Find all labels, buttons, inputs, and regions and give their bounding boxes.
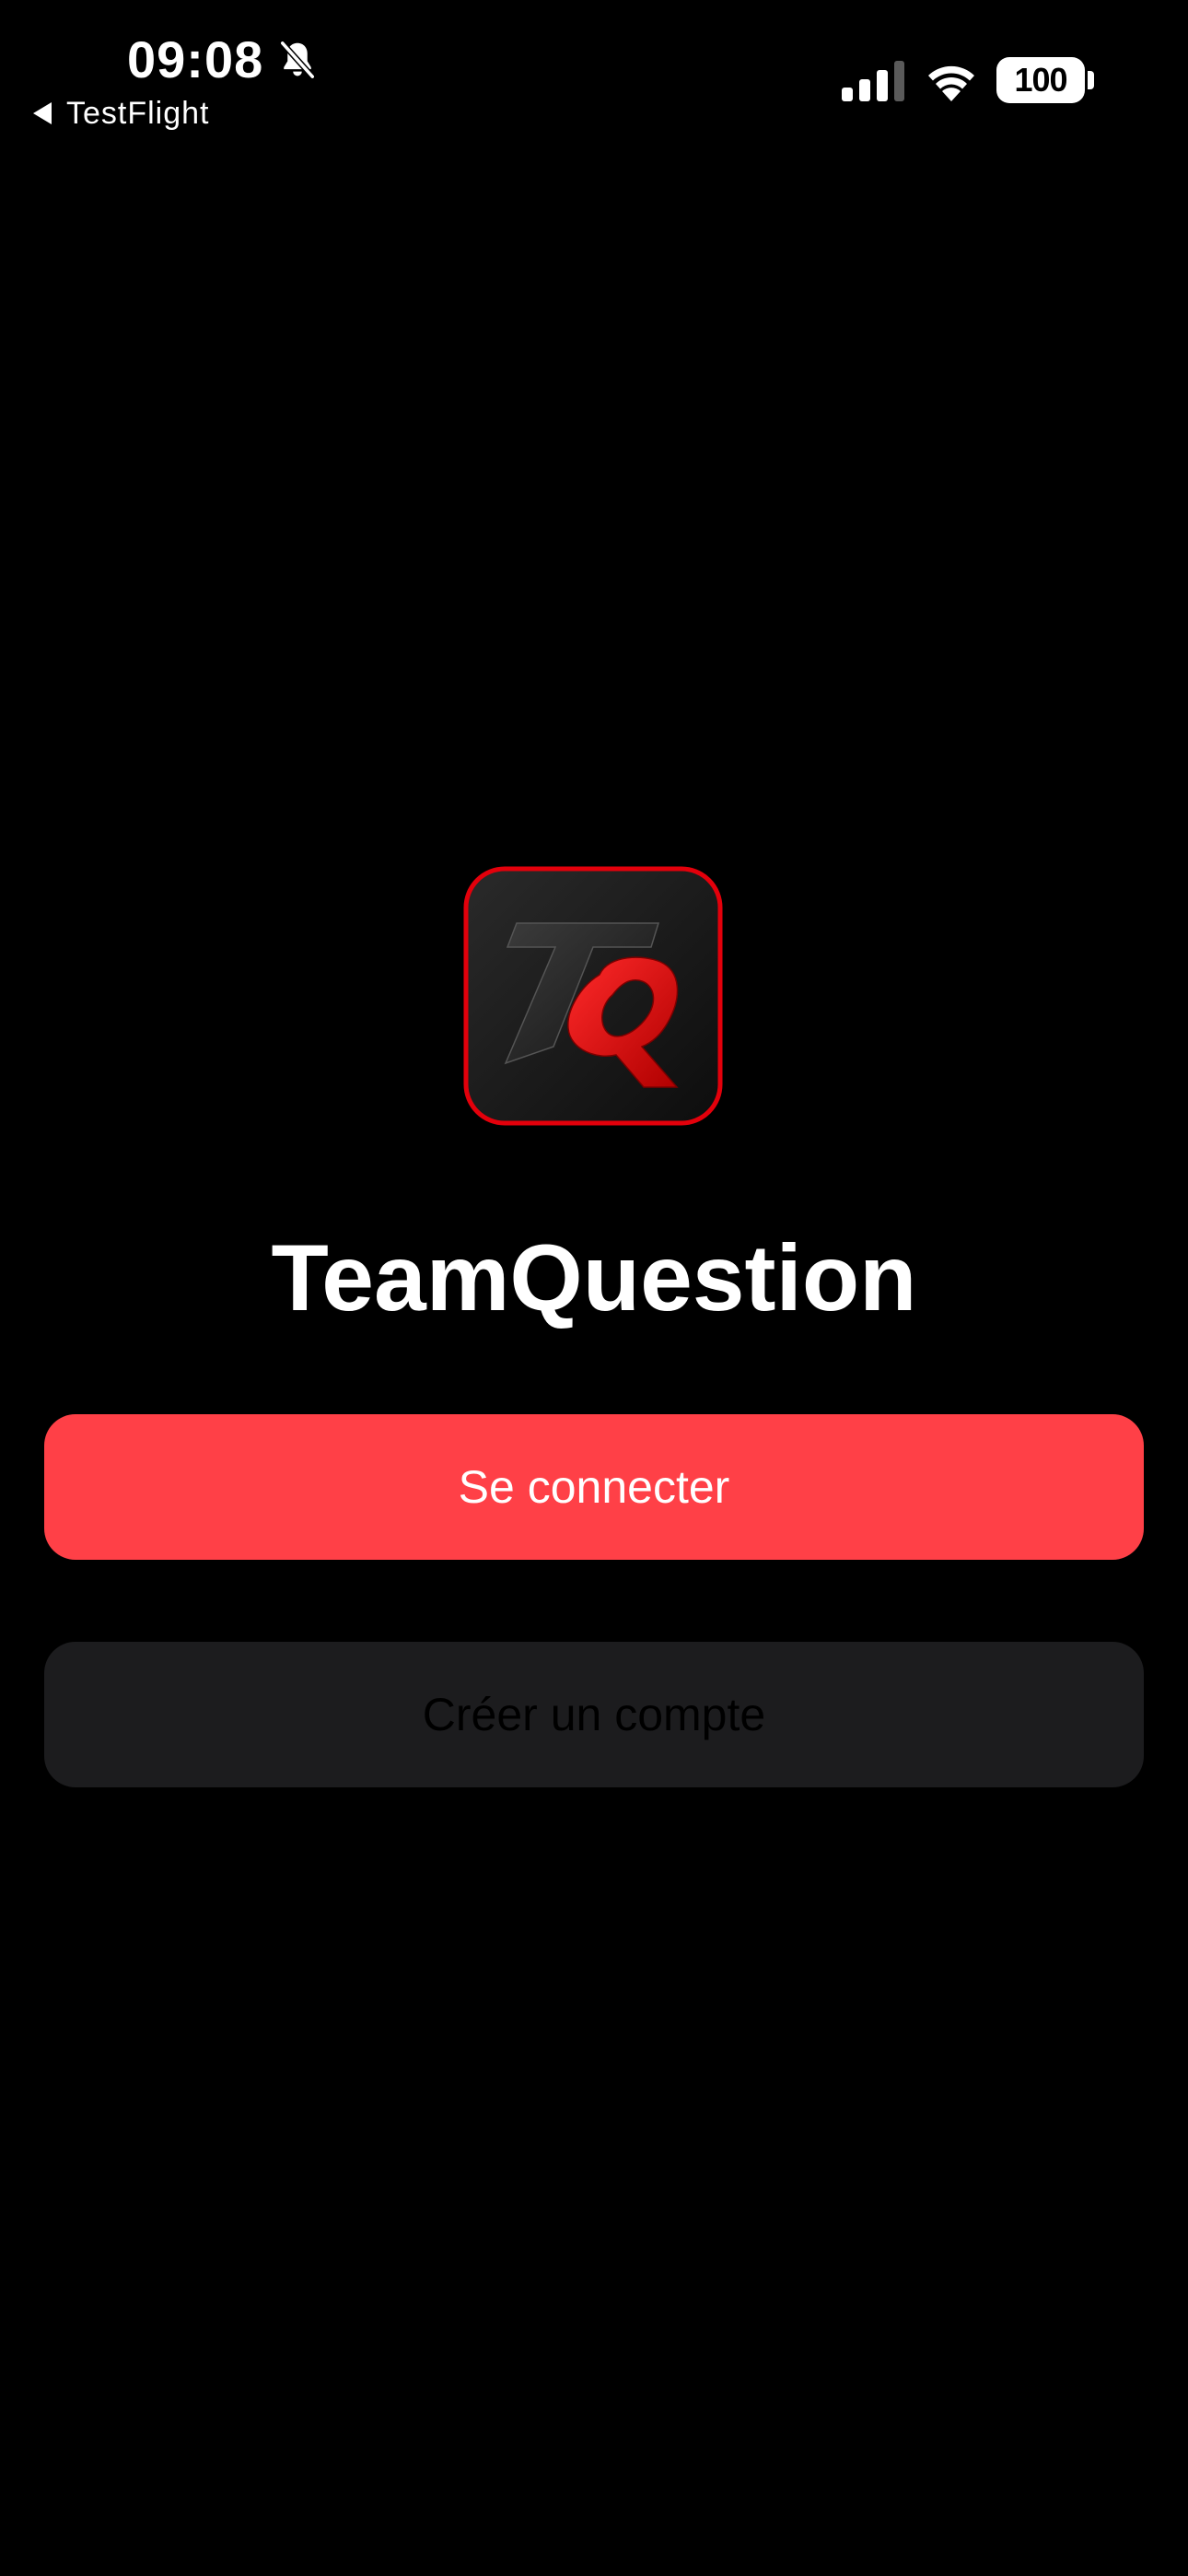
- login-button[interactable]: Se connecter: [44, 1414, 1144, 1560]
- battery-icon: 100: [996, 57, 1085, 103]
- back-link-label: TestFlight: [66, 95, 210, 131]
- wifi-icon: [928, 65, 974, 101]
- back-arrow-icon: [33, 102, 52, 124]
- back-to-testflight-link[interactable]: TestFlight: [33, 92, 210, 135]
- battery-tip: [1088, 71, 1094, 89]
- bell-slash-icon: [279, 40, 316, 80]
- create-account-button[interactable]: Créer un compte: [44, 1642, 1144, 1787]
- app-logo: [463, 866, 723, 1126]
- status-time: 09:08: [127, 30, 264, 88]
- app-title: TeamQuestion: [271, 1225, 917, 1330]
- cellular-signal-icon: [842, 61, 904, 101]
- battery-level: 100: [1014, 61, 1067, 99]
